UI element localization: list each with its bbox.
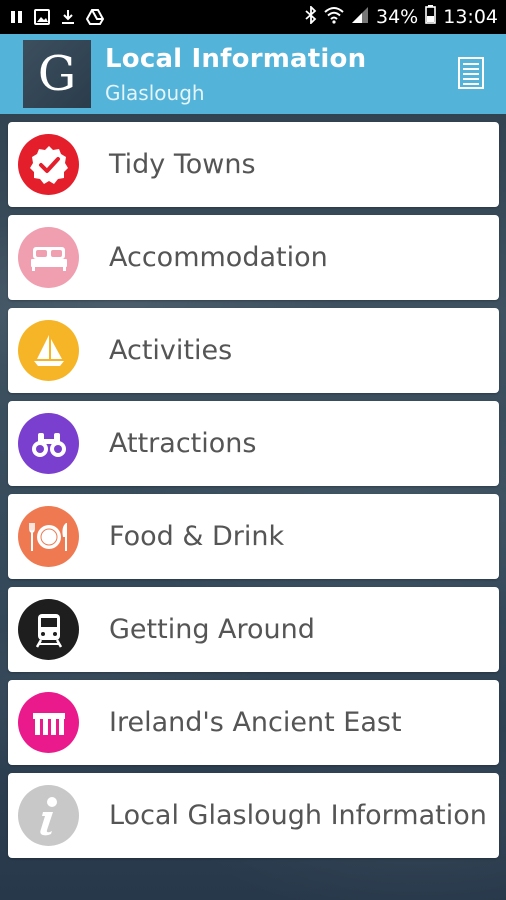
menu-item-tidy-towns[interactable]: Tidy Towns [8, 122, 499, 207]
menu-item-activities[interactable]: Activities [8, 308, 499, 393]
menu-item-label: Accommodation [109, 241, 328, 273]
pause-notification-icon [10, 10, 24, 24]
menu-item-label: Tidy Towns [109, 148, 256, 180]
menu-item-label: Ireland's Ancient East [109, 706, 402, 738]
menu-item-attractions[interactable]: Attractions [8, 401, 499, 486]
battery-icon [425, 5, 437, 29]
stone-columns-icon [18, 692, 79, 753]
menu-item-label: Food & Drink [109, 520, 285, 552]
train-icon [18, 599, 79, 660]
binoculars-icon [18, 413, 79, 474]
badge-check-icon [18, 134, 79, 195]
plate-cutlery-icon [18, 506, 79, 567]
menu-item-irelands-ancient-east[interactable]: Ireland's Ancient East [8, 680, 499, 765]
menu-item-label: Getting Around [109, 613, 315, 645]
menu-button[interactable] [455, 56, 491, 94]
bed-icon [18, 227, 79, 288]
menu-item-label: Local Glaslough Information [109, 799, 487, 831]
app-header: G Local Information Glaslough [0, 34, 506, 114]
drive-notification-icon [86, 9, 104, 25]
sailboat-icon [18, 320, 79, 381]
page-subtitle: Glaslough [105, 81, 205, 105]
menu-item-label: Attractions [109, 427, 257, 459]
info-icon [18, 785, 79, 846]
bluetooth-icon [305, 4, 317, 29]
clock: 13:04 [443, 6, 498, 28]
download-notification-icon [60, 9, 76, 25]
menu-item-local-glaslough-information[interactable]: Local Glaslough Information [8, 773, 499, 858]
page-title: Local Information [105, 44, 367, 74]
wifi-icon [324, 6, 344, 29]
menu-item-food-drink[interactable]: Food & Drink [8, 494, 499, 579]
status-bar: 34% 13:04 [0, 0, 506, 34]
battery-percent: 34% [376, 6, 419, 28]
hamburger-menu-icon [458, 57, 484, 89]
menu-item-label: Activities [109, 334, 233, 366]
app-logo: G [23, 40, 91, 108]
image-notification-icon [34, 9, 50, 25]
signal-icon [351, 6, 369, 29]
menu-item-accommodation[interactable]: Accommodation [8, 215, 499, 300]
menu-item-getting-around[interactable]: Getting Around [8, 587, 499, 672]
